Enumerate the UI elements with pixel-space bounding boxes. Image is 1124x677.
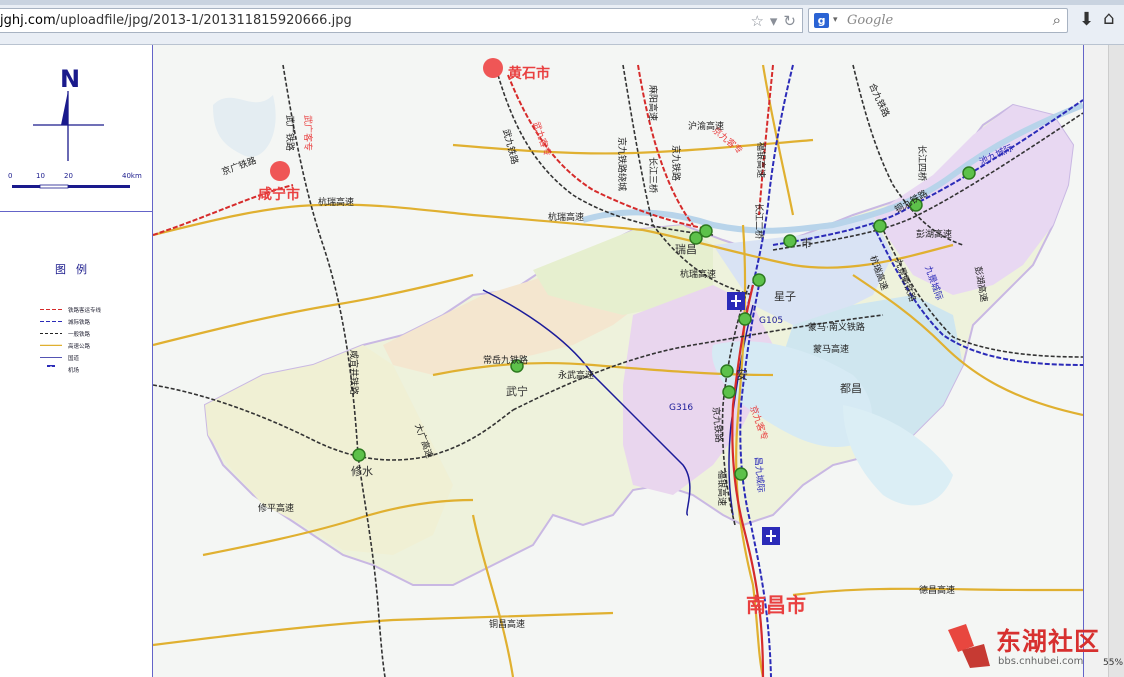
legend-label: 一般铁路 xyxy=(68,332,91,338)
label-g316: G316 xyxy=(669,403,693,413)
legend-swatch-pdl xyxy=(40,309,62,310)
legend-label: 铁路客运专线 xyxy=(68,308,102,314)
county-label-duchang: 都昌 xyxy=(840,382,862,395)
legend-panel: N 0 10 20 40km 图例 铁路客运专线 城际铁路 一般铁路 高速公路 … xyxy=(0,45,153,677)
label-wuguang-pdl: 武广客专 xyxy=(302,115,314,151)
county-label-xingzi: 星子 xyxy=(774,290,796,303)
page-content: N 0 10 20 40km 图例 铁路客运专线 城际铁路 一般铁路 高速公路 … xyxy=(0,45,1124,677)
city-label-huangshi: 黄石市 xyxy=(508,65,550,82)
station-icon xyxy=(962,166,976,180)
address-bar[interactable]: jghj.com/uploadfile/jpg/2013-1/201311815… xyxy=(0,8,803,33)
legend-label: 城际铁路 xyxy=(68,320,91,326)
dropdown-arrow-icon[interactable]: ▾ xyxy=(770,12,778,30)
label-fuyin-1: 福银高速 xyxy=(755,142,767,178)
scale-seg-2 xyxy=(39,184,69,189)
label-fuyin-2: 福银高速 xyxy=(716,470,728,506)
label-wuguang-rail: 武广铁路 xyxy=(284,115,296,151)
vertical-scrollbar[interactable] xyxy=(1108,45,1124,677)
label-pengshu: 彭湖高速 xyxy=(916,228,952,240)
scale-seg-1 xyxy=(12,185,40,188)
label-g105: G105 xyxy=(759,316,783,326)
legend-label: 国道 xyxy=(68,356,80,362)
north-label: N xyxy=(60,65,80,93)
label-hukun: 沪渝高速 xyxy=(688,120,724,132)
address-text: jghj.com/uploadfile/jpg/2013-1/201311815… xyxy=(0,13,352,28)
search-placeholder: Google xyxy=(847,13,894,28)
tab-strip xyxy=(0,0,1124,5)
home-icon[interactable]: ⌂ xyxy=(1103,8,1114,29)
label-tongchang: 铜昌高速 xyxy=(489,618,525,630)
map-drawing: 黄石市 咸宁市 南昌市 瑞昌 市 星子 安 武宁 都昌 修水 武广铁路 武广客专… xyxy=(153,45,1083,677)
forum-logo-icon xyxy=(948,624,990,668)
label-mama-hwy: 蒙马高速 xyxy=(813,343,849,355)
forum-watermark: 东湖社区 bbs.cnhubei.com xyxy=(944,622,1124,677)
browser-toolbar: jghj.com/uploadfile/jpg/2013-1/201311815… xyxy=(0,0,1124,45)
county-label-wuning: 武宁 xyxy=(506,384,528,398)
legend-swatch-rail xyxy=(40,333,62,334)
scale-label-10: 10 xyxy=(36,172,45,180)
scale-label-0: 0 xyxy=(8,172,12,180)
compass-arrow-icon xyxy=(61,91,68,125)
legend-title: 图例 xyxy=(55,263,97,276)
label-yangtze-2: 长江二桥 xyxy=(753,203,765,239)
legend-swatch-intercity xyxy=(40,321,62,322)
bookmark-star-icon[interactable]: ☆ xyxy=(750,12,763,30)
engine-dropdown-icon[interactable]: ▾ xyxy=(833,15,838,25)
forum-logo-text: 东湖社区 xyxy=(996,627,1101,656)
station-icon xyxy=(734,467,748,481)
label-jingjiu-rail-3: 京九铁路绕城 xyxy=(616,137,628,191)
label-mahe-hwy: 麻阳高速 xyxy=(647,85,659,121)
map-canvas: 黄石市 咸宁市 南昌市 瑞昌 市 星子 安 武宁 都昌 修水 武广铁路 武广客专… xyxy=(153,45,1084,677)
label-mayi-rail: 蒙马·南义铁路 xyxy=(808,321,865,333)
station-icon xyxy=(752,273,766,287)
address-actions: ☆ ▾ ↻ xyxy=(744,12,796,30)
label-dechang: 德昌高速 xyxy=(919,584,955,596)
label-yangtze-3: 长江三桥 xyxy=(647,157,659,193)
label-xianyi-rail: 咸宜井铁路 xyxy=(348,350,360,395)
legend-label: 高速公路 xyxy=(68,344,91,350)
legend-label: 机场 xyxy=(68,368,80,374)
download-icon[interactable]: ⬇ xyxy=(1079,9,1094,30)
station-icon xyxy=(722,385,736,399)
google-engine-icon[interactable]: g xyxy=(814,13,829,28)
zoom-level: 55% xyxy=(1103,658,1124,668)
station-icon xyxy=(352,448,366,462)
search-icon[interactable]: ⌕ xyxy=(1053,11,1061,29)
station-icon xyxy=(873,219,887,233)
compass-scale-graphic: N 0 10 20 40km xyxy=(8,65,142,189)
label-chengjiu: 常岳九铁路 xyxy=(483,354,528,366)
station-icon xyxy=(738,312,752,326)
label-hangrui-1: 杭瑞高速 xyxy=(318,196,354,208)
label-yangtze-4: 长江四桥 xyxy=(916,145,928,181)
label-yongwu: 永武高速 xyxy=(558,369,594,381)
city-label-xianning: 咸宁市 xyxy=(258,186,300,203)
label-hangrui-2: 杭瑞高速 xyxy=(548,211,584,223)
station-icon xyxy=(783,234,797,248)
airport-legend-icon xyxy=(47,365,55,367)
scale-seg-3 xyxy=(68,185,130,188)
search-box[interactable]: g ▾ Google ⌕ xyxy=(808,8,1068,33)
county-label-de-an: 安 xyxy=(736,367,748,382)
label-xiuping: 修平高速 xyxy=(258,502,294,514)
legend-swatch-national-road xyxy=(40,357,62,358)
forum-site: bbs.cnhubei.com xyxy=(998,656,1084,667)
reload-icon[interactable]: ↻ xyxy=(783,12,796,30)
huangshi-marker xyxy=(483,58,503,78)
county-label-jiujiang: 市 xyxy=(801,236,812,250)
scale-label-40: 40km xyxy=(122,172,142,180)
xianning-marker xyxy=(270,161,290,181)
county-label-ruichang: 瑞昌 xyxy=(675,242,697,256)
legend-swatch-expressway xyxy=(40,344,62,346)
scale-label-20: 20 xyxy=(64,172,73,180)
label-jingjiu-rail-1: 京九铁路 xyxy=(670,145,682,181)
county-label-xiushui: 修水 xyxy=(351,464,373,478)
station-icon xyxy=(720,364,734,378)
label-hangrui-3: 杭瑞高速 xyxy=(680,268,716,280)
compass-scale-box: N 0 10 20 40km xyxy=(0,45,152,212)
city-label-nanchang: 南昌市 xyxy=(746,593,806,617)
